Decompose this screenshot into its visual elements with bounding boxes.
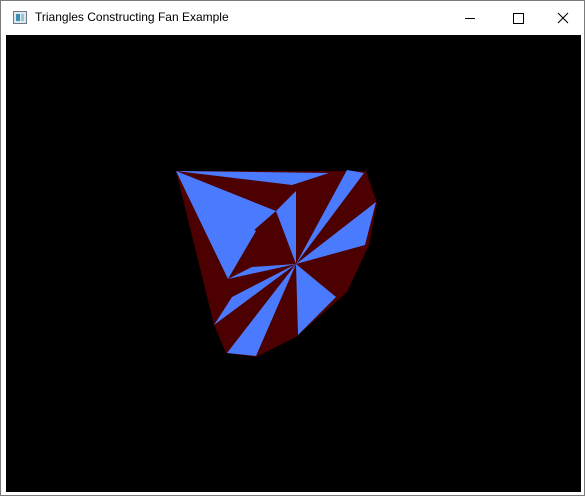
render-viewport[interactable]	[6, 35, 581, 492]
minimize-icon	[465, 18, 475, 19]
close-icon	[557, 12, 569, 24]
app-icon-pane-right	[21, 14, 24, 21]
title-bar[interactable]: Triangles Constructing Fan Example	[1, 1, 584, 35]
close-button[interactable]	[538, 1, 584, 35]
triangle-fan-shape	[176, 170, 377, 357]
app-window-icon[interactable]	[13, 11, 27, 24]
window-title: Triangles Constructing Fan Example	[35, 10, 229, 24]
maximize-icon	[513, 13, 524, 24]
minimize-button[interactable]	[447, 1, 493, 35]
app-icon-pane-left	[16, 14, 20, 21]
maximize-button[interactable]	[493, 1, 539, 35]
application-window: Triangles Constructing Fan Example	[0, 0, 585, 496]
